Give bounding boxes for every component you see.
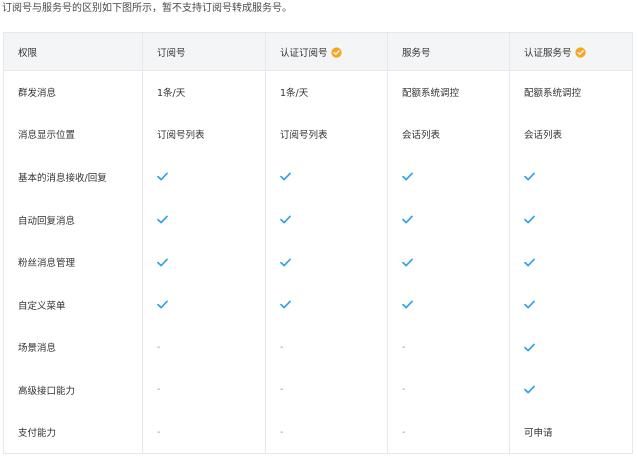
feature-name: 高级接口能力: [3, 368, 143, 412]
table-cell-supported: [265, 198, 388, 241]
table-cell-unsupported: -: [142, 326, 266, 369]
feature-name: 粉丝消息管理: [3, 240, 143, 284]
intro-text: 订阅号与服务号的区别如下图所示，暂不支持订阅号转成服务号。: [2, 3, 292, 14]
feature-name: 消息显示位置: [3, 113, 143, 156]
check-icon: [280, 300, 291, 309]
check-icon: [402, 300, 413, 309]
check-icon: [157, 300, 168, 309]
table-cell-unsupported: -: [265, 368, 388, 412]
column-header: 服务号: [387, 32, 510, 71]
table-cell-unsupported: -: [387, 411, 510, 455]
table-row: 基本的消息接收/回复: [3, 155, 633, 199]
table-row: 群发消息 1条/天 1条/天 配额系统调控 配额系统调控: [3, 70, 633, 114]
check-icon: [524, 258, 535, 267]
column-header: 权限: [3, 32, 143, 71]
column-header-label: 权限: [18, 47, 38, 59]
feature-name: 支付能力: [3, 411, 143, 455]
table-row: 自定义菜单: [3, 283, 633, 327]
verified-badge-icon: [330, 46, 342, 58]
check-icon: [157, 173, 168, 181]
column-header-label: 认证服务号: [524, 47, 572, 59]
table-cell: 1条/天: [142, 70, 266, 114]
feature-name: 自动回复消息: [3, 198, 143, 241]
table-cell-supported: [142, 155, 266, 199]
feature-name: 自定义菜单: [3, 283, 143, 327]
check-icon: [402, 258, 413, 267]
table-cell-supported: [509, 240, 633, 284]
table-cell-supported: [265, 283, 388, 327]
table-cell: 1条/天: [265, 70, 388, 114]
table-body: 群发消息 1条/天 1条/天 配额系统调控 配额系统调控 消息显示位置 订阅号列表 订阅号列表…: [3, 70, 633, 455]
table-cell-supported: [387, 240, 510, 284]
check-icon: [280, 173, 291, 181]
dash-mark: -: [280, 341, 284, 353]
check-icon: [524, 173, 535, 181]
table-cell-supported: [265, 155, 388, 199]
feature-name: 群发消息: [3, 70, 143, 114]
dash-mark: -: [157, 384, 161, 396]
table-row: 粉丝消息管理: [3, 240, 633, 284]
table-cell-supported: [142, 240, 266, 284]
feature-name: 场景消息: [3, 326, 143, 369]
table-cell-unsupported: -: [265, 326, 388, 369]
dash-mark: -: [280, 426, 284, 438]
table-cell-unsupported: -: [387, 368, 510, 412]
check-icon: [280, 258, 291, 267]
table-cell-supported: [387, 283, 510, 327]
table-cell-supported: [509, 368, 633, 412]
table-cell: 配额系统调控: [509, 70, 633, 114]
dash-mark: -: [402, 384, 406, 396]
column-header: 订阅号: [142, 32, 266, 71]
check-icon: [402, 215, 413, 224]
column-header: 认证订阅号: [265, 32, 388, 71]
table-cell: 会话列表: [509, 113, 633, 156]
table-cell-unsupported: -: [387, 326, 510, 369]
check-icon: [524, 215, 535, 224]
dash-mark: -: [280, 384, 284, 396]
table-cell-supported: [265, 240, 388, 284]
table-cell-unsupported: -: [265, 411, 388, 455]
table-cell-supported: [387, 198, 510, 241]
dash-mark: -: [402, 341, 406, 353]
table-cell-unsupported: -: [142, 368, 266, 412]
table-cell-supported: [142, 283, 266, 327]
table-header-row: 权限 订阅号 认证订阅号 服务号 认证服务号: [3, 32, 633, 71]
column-header-label: 订阅号: [157, 47, 186, 59]
table-cell: 会话列表: [387, 113, 510, 156]
table-cell: 订阅号列表: [142, 113, 266, 156]
check-icon: [524, 386, 535, 394]
check-icon: [524, 343, 535, 352]
check-icon: [280, 215, 291, 224]
table-cell-supported: [509, 198, 633, 241]
table-row: 消息显示位置 订阅号列表 订阅号列表 会话列表 会话列表: [3, 113, 633, 156]
table-row: 支付能力 - - - 可申请: [3, 411, 633, 455]
dash-mark: -: [402, 426, 406, 438]
dash-mark: -: [157, 341, 161, 353]
check-icon: [402, 173, 413, 181]
table-cell-supported: [509, 155, 633, 199]
check-icon: [524, 300, 535, 309]
table-row: 自动回复消息: [3, 198, 633, 241]
dash-mark: -: [157, 426, 161, 438]
check-icon: [157, 258, 168, 267]
table-cell: 配额系统调控: [387, 70, 510, 114]
column-header: 认证服务号: [509, 32, 633, 71]
table-cell-unsupported: -: [142, 411, 266, 455]
table-cell-supported: [387, 155, 510, 199]
feature-name: 基本的消息接收/回复: [3, 155, 143, 199]
table-cell-supported: [509, 283, 633, 327]
column-header-label: 认证订阅号: [280, 47, 328, 59]
table-cell: 订阅号列表: [265, 113, 388, 156]
table-cell: 可申请: [509, 411, 633, 455]
check-icon: [157, 215, 168, 224]
table-row: 场景消息 - - -: [3, 326, 633, 369]
table-cell-supported: [509, 326, 633, 369]
column-header-label: 服务号: [402, 47, 431, 59]
table-cell-supported: [142, 198, 266, 241]
comparison-table: 权限 订阅号 认证订阅号 服务号 认证服务号 群发消息 1条/天 1条/天 配额系统调控 配额系…: [3, 32, 633, 455]
verified-badge-icon: [574, 46, 586, 58]
table-row: 高级接口能力 - - -: [3, 368, 633, 412]
